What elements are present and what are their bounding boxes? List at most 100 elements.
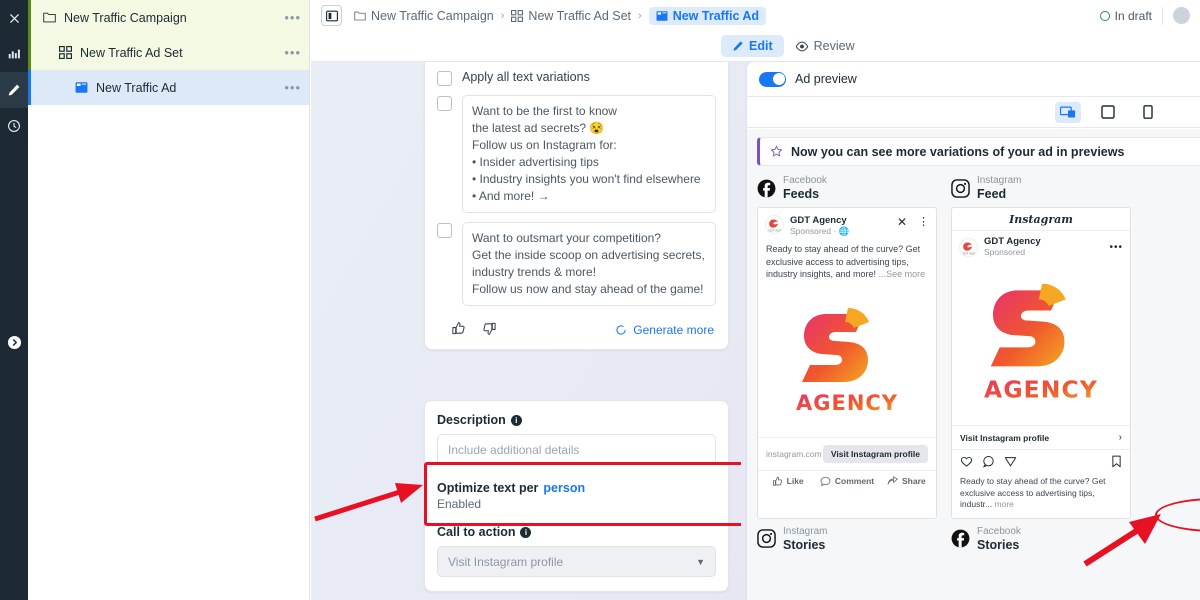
campaign-menu-button[interactable]: ••• xyxy=(284,10,301,25)
placement-platform: Facebook xyxy=(783,175,827,186)
tab-review-label: Review xyxy=(813,39,855,53)
instagram-more-link[interactable]: more xyxy=(995,499,1014,509)
placement-facebook-feeds: Facebook Feeds xyxy=(757,175,951,201)
close-icon[interactable] xyxy=(0,0,28,36)
facebook-ad-actions: Like Comment Share xyxy=(758,469,936,492)
variation-line: Want to outsmart your competition? xyxy=(472,231,661,245)
star-icon xyxy=(770,145,783,157)
instagram-wordmark: Instagram xyxy=(952,208,1130,231)
facebook-ad-header: GDT AGENCY GDT Agency Sponsored · 🌐 ✕ ⋮ xyxy=(758,208,936,241)
description-input[interactable]: Include additional details xyxy=(437,434,716,465)
chevron-right-circle-icon[interactable] xyxy=(0,324,28,360)
mobile-icon[interactable] xyxy=(1135,102,1161,123)
ad-menu-button[interactable]: ••• xyxy=(284,80,301,95)
variation-checkbox-2[interactable] xyxy=(437,223,452,238)
ad-preview-toggle[interactable] xyxy=(759,71,786,87)
facebook-share-button[interactable]: Share xyxy=(877,476,936,487)
nav-rail xyxy=(0,0,28,600)
object-tree-sidebar: New Traffic Campaign ••• New Traffic Ad … xyxy=(28,0,310,600)
variation-row-1[interactable]: Want to be the first to know the latest … xyxy=(437,95,716,213)
expand-rail-button[interactable] xyxy=(0,324,28,360)
generate-more-button[interactable]: Generate more xyxy=(615,323,714,337)
instagram-ad-header: GDT AGENCY GDT Agency Sponsored ••• xyxy=(952,231,1130,263)
thumbs-up-icon[interactable] xyxy=(451,321,466,339)
variation-line: Get the inside scoop on advertising secr… xyxy=(472,248,705,262)
status-label: In draft xyxy=(1114,8,1152,23)
breadcrumb-adset-label: New Traffic Ad Set xyxy=(528,8,632,23)
placement-text: Instagram Stories xyxy=(783,526,827,552)
breadcrumb-separator: › xyxy=(638,9,642,22)
thumbs-down-icon[interactable] xyxy=(482,321,497,339)
instagram-actions xyxy=(952,449,1130,476)
panel-toggle-icon[interactable] xyxy=(321,5,342,26)
facebook-ad-cta-row: instagram.com Visit Instagram profile xyxy=(758,436,936,470)
facebook-ad-copy: Ready to stay ahead of the curve? Get ex… xyxy=(758,241,936,287)
description-cta-card: Description i Include additional details… xyxy=(424,400,729,592)
breadcrumb-adset[interactable]: New Traffic Ad Set xyxy=(511,9,631,23)
facebook-cta-button[interactable]: Visit Instagram profile xyxy=(822,444,928,463)
desktop-icon[interactable] xyxy=(1055,101,1081,123)
pencil-icon[interactable] xyxy=(0,72,28,108)
see-more-link[interactable]: ...See more xyxy=(879,269,926,279)
app-root: New Traffic Campaign ••• New Traffic Ad … xyxy=(0,0,1200,600)
sidebar-campaign-label: New Traffic Campaign xyxy=(64,10,187,25)
apply-all-checkbox[interactable] xyxy=(437,71,452,86)
divider xyxy=(1162,6,1163,25)
kebab-menu-icon[interactable]: ••• xyxy=(1109,242,1123,253)
placement-facebook-stories: Facebook Stories xyxy=(951,526,1021,552)
svg-text:AGENCY: AGENCY xyxy=(984,376,1098,404)
sidebar-item-adset[interactable]: New Traffic Ad Set ••• xyxy=(28,35,309,70)
chevron-down-icon: ▼ xyxy=(696,556,705,567)
advertiser-block: GDT Agency Sponsored xyxy=(984,236,1041,258)
info-icon[interactable]: i xyxy=(510,414,522,426)
apply-all-row[interactable]: Apply all text variations xyxy=(437,70,716,86)
variation-line: Follow us on Instagram for: xyxy=(472,138,617,152)
cta-select[interactable]: Visit Instagram profile ▼ xyxy=(437,546,716,577)
send-icon[interactable] xyxy=(1004,455,1017,471)
facebook-like-label: Like xyxy=(786,476,804,486)
variation-line: • Insider advertising tips xyxy=(472,155,599,169)
chevron-right-icon[interactable]: › xyxy=(1119,432,1122,443)
instagram-icon xyxy=(951,178,970,198)
variation-feedback-row: Generate more xyxy=(437,315,716,339)
device-selector: ✓ xyxy=(747,97,1200,128)
placement-instagram-feed: Instagram Feed xyxy=(951,175,1021,201)
brand-logo-creative: AGENCY xyxy=(984,283,1098,404)
adset-menu-button[interactable]: ••• xyxy=(284,45,301,60)
close-icon[interactable]: ✕ xyxy=(897,215,907,229)
preview-info-banner[interactable]: Now you can see more variations of your … xyxy=(757,137,1200,166)
variation-row-2[interactable]: Want to outsmart your competition? Get t… xyxy=(437,222,716,306)
top-bar: New Traffic Campaign › New Traffic Ad Se… xyxy=(311,0,1200,31)
placement-labels-row-2: Instagram Stories Facebook Stories xyxy=(747,519,1200,552)
comment-icon[interactable] xyxy=(982,455,995,471)
variation-line: • Industry insights you won't find elsew… xyxy=(472,172,701,186)
instagram-icon xyxy=(757,529,776,548)
kebab-menu-icon[interactable]: ⋮ xyxy=(918,215,929,228)
advertiser-logo: GDT AGENCY xyxy=(765,215,784,234)
info-icon[interactable]: i xyxy=(520,526,532,538)
variation-text-1[interactable]: Want to be the first to know the latest … xyxy=(462,95,716,213)
optimize-text-label: Optimize text per person xyxy=(437,481,716,495)
variation-text-2[interactable]: Want to outsmart your competition? Get t… xyxy=(462,222,716,306)
breadcrumb-campaign[interactable]: New Traffic Campaign xyxy=(354,9,494,23)
sidebar-item-campaign[interactable]: New Traffic Campaign ••• xyxy=(28,0,309,35)
tab-edit[interactable]: Edit xyxy=(721,35,784,57)
facebook-comment-button[interactable]: Comment xyxy=(817,476,876,487)
bookmark-icon[interactable] xyxy=(1111,455,1122,471)
facebook-ad-url: instagram.com xyxy=(766,448,822,459)
avatar[interactable] xyxy=(1173,7,1190,24)
breadcrumb-ad-label: New Traffic Ad xyxy=(672,8,760,23)
variation-checkbox-1[interactable] xyxy=(437,96,452,111)
sidebar-item-ad[interactable]: New Traffic Ad ••• xyxy=(28,70,309,105)
optimize-person-link[interactable]: person xyxy=(543,481,585,495)
placement-platform: Facebook xyxy=(977,525,1021,537)
facebook-like-button[interactable]: Like xyxy=(758,476,817,487)
tablet-icon[interactable] xyxy=(1095,102,1121,123)
chart-icon[interactable] xyxy=(0,36,28,72)
clock-icon[interactable] xyxy=(0,108,28,144)
tab-review[interactable]: Review xyxy=(784,35,866,57)
advertiser-name: GDT Agency xyxy=(984,236,1041,247)
breadcrumb-ad[interactable]: New Traffic Ad xyxy=(648,6,767,25)
heart-icon[interactable] xyxy=(960,455,973,471)
instagram-cta-row[interactable]: Visit Instagram profile › xyxy=(952,425,1130,449)
